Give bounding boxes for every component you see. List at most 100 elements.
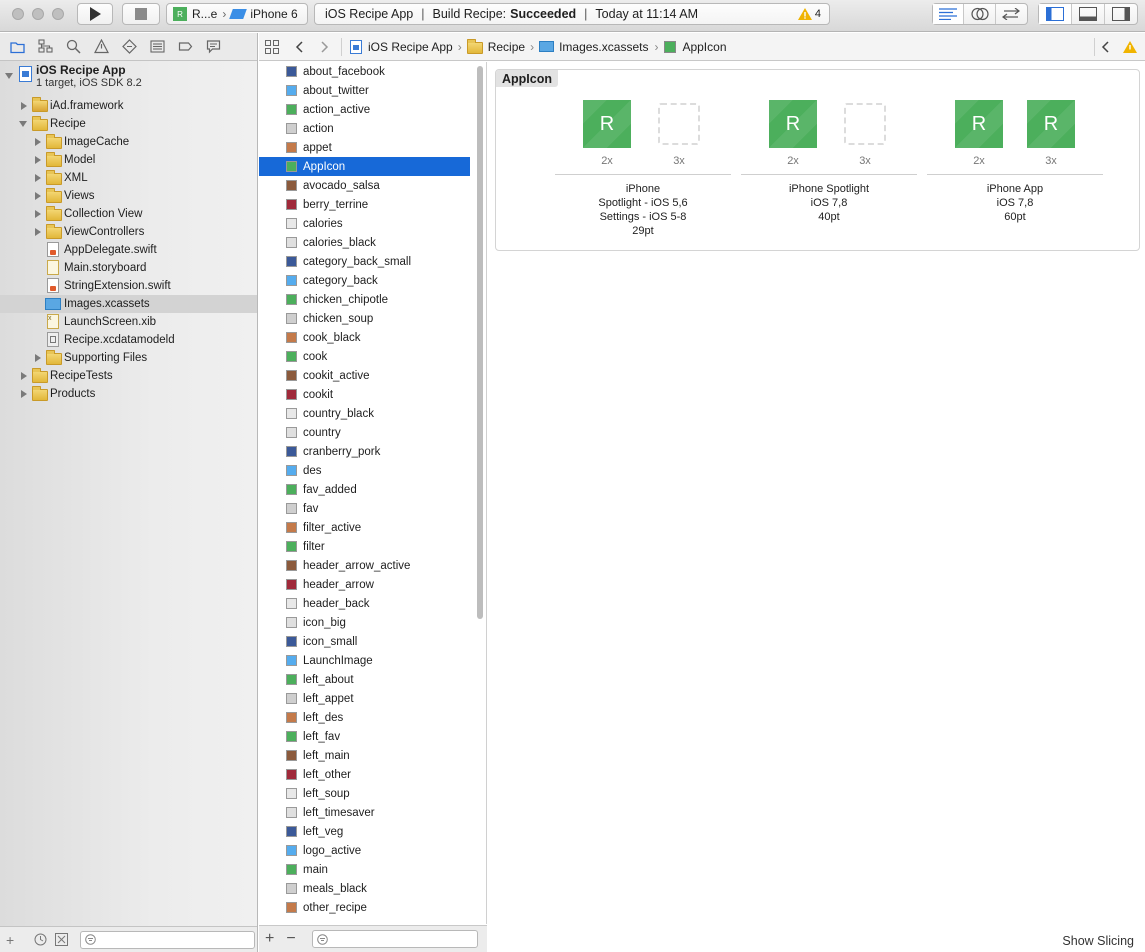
asset-list-item[interactable]: left_about [259, 670, 486, 689]
stop-button[interactable] [122, 3, 160, 25]
tree-item-iad-framework[interactable]: iAd.framework [0, 97, 257, 115]
breadcrumb-project[interactable]: iOS Recipe App [368, 40, 453, 54]
breadcrumb-asset[interactable]: AppIcon [682, 40, 726, 54]
disclosure-closed-icon[interactable] [35, 354, 41, 362]
disclosure-closed-icon[interactable] [21, 372, 27, 380]
asset-list-item[interactable]: fav_added [259, 480, 486, 499]
asset-list-item[interactable]: cook_black [259, 328, 486, 347]
asset-list-item[interactable]: avocado_salsa [259, 176, 486, 195]
zoom-window-button[interactable] [52, 8, 64, 20]
asset-list-item[interactable]: cranberry_pork [259, 442, 486, 461]
related-items-icon[interactable] [265, 39, 279, 54]
scheme-selector[interactable]: R R...e › iPhone 6 [166, 3, 308, 25]
tree-item-collection-view[interactable]: Collection View [0, 205, 257, 223]
folder-icon[interactable] [10, 39, 25, 54]
tree-item-supporting-files[interactable]: Supporting Files [0, 349, 257, 367]
asset-list-item[interactable]: berry_terrine [259, 195, 486, 214]
back-arrow-icon[interactable] [295, 40, 305, 53]
forward-arrow-icon[interactable] [319, 40, 329, 53]
asset-list-item[interactable]: main [259, 860, 486, 879]
navigator-filter-input[interactable] [80, 930, 256, 949]
asset-filter-input[interactable] [311, 930, 478, 948]
disclosure-closed-icon[interactable] [35, 174, 41, 182]
asset-list-item[interactable]: chicken_soup [259, 309, 486, 328]
tree-item-datamodel[interactable]: Recipe.xcdatamodeld [0, 331, 257, 349]
debug-icon[interactable] [150, 39, 165, 54]
asset-list-item[interactable]: action [259, 119, 486, 138]
tree-item-views[interactable]: Views [0, 187, 257, 205]
tree-item-stringextension[interactable]: StringExtension.swift [0, 277, 257, 295]
asset-list-item[interactable]: fav [259, 499, 486, 518]
disclosure-closed-icon[interactable] [35, 210, 41, 218]
asset-list-item[interactable]: filter_active [259, 518, 486, 537]
icon-slot-3x[interactable]: R [1027, 100, 1075, 148]
disclosure-closed-icon[interactable] [21, 390, 27, 398]
disclosure-closed-icon[interactable] [35, 156, 41, 164]
icon-slot-2x[interactable]: R [955, 100, 1003, 148]
tree-item-images-xcassets[interactable]: Images.xcassets [0, 295, 257, 313]
minimize-window-button[interactable] [32, 8, 44, 20]
asset-list-item[interactable]: country_black [259, 404, 486, 423]
tree-item-recipe[interactable]: Recipe [0, 115, 257, 133]
icon-slot-3x-empty[interactable] [844, 103, 886, 145]
toggle-navigator-button[interactable] [1039, 4, 1073, 24]
asset-list-item[interactable]: left_veg [259, 822, 486, 841]
disclosure-closed-icon[interactable] [21, 102, 27, 110]
run-button[interactable] [77, 3, 113, 25]
version-editor-button[interactable] [996, 4, 1027, 24]
test-icon[interactable] [122, 39, 137, 54]
asset-list-item[interactable]: about_facebook [259, 62, 486, 81]
asset-list-item[interactable]: left_des [259, 708, 486, 727]
warning-icon[interactable] [1123, 40, 1137, 53]
asset-list-item[interactable]: about_twitter [259, 81, 486, 100]
disclosure-open-icon[interactable] [19, 121, 27, 127]
disclosure-closed-icon[interactable] [35, 192, 41, 200]
disclosure-closed-icon[interactable] [35, 138, 41, 146]
asset-list-item[interactable]: icon_big [259, 613, 486, 632]
issue-icon[interactable] [94, 39, 109, 54]
add-icon[interactable]: + [6, 932, 14, 948]
icon-slot-2x[interactable]: R [583, 100, 631, 148]
warning-indicator[interactable]: 4 [797, 8, 821, 20]
remove-asset-icon[interactable]: − [286, 930, 295, 948]
tree-item-appdelegate[interactable]: AppDelegate.swift [0, 241, 257, 259]
asset-list-item[interactable]: AppIcon [259, 157, 470, 176]
tree-item-products[interactable]: Products [0, 385, 257, 403]
toggle-debug-area-button[interactable] [1072, 4, 1105, 24]
breakpoint-icon[interactable] [178, 39, 193, 54]
icon-slot-2x[interactable]: R [769, 100, 817, 148]
asset-list-item[interactable]: left_soup [259, 784, 486, 803]
asset-list-item[interactable]: left_appet [259, 689, 486, 708]
asset-list-item[interactable]: icon_small [259, 632, 486, 651]
asset-list-item[interactable]: action_active [259, 100, 486, 119]
tree-item-viewcontrollers[interactable]: ViewControllers [0, 223, 257, 241]
clock-icon[interactable] [34, 933, 47, 946]
asset-list-item[interactable]: logo_active [259, 841, 486, 860]
asset-list-scrollbar[interactable] [477, 66, 483, 619]
close-window-button[interactable] [12, 8, 24, 20]
asset-list-item[interactable]: category_back [259, 271, 486, 290]
previous-issue-icon[interactable] [1101, 40, 1111, 53]
asset-list-item[interactable]: meals_black [259, 879, 486, 898]
tree-item-recipetests[interactable]: RecipeTests [0, 367, 257, 385]
asset-list-item[interactable]: des [259, 461, 486, 480]
tree-item-xml[interactable]: XML [0, 169, 257, 187]
assistant-editor-button[interactable] [964, 4, 996, 24]
asset-list-item[interactable]: cookit_active [259, 366, 486, 385]
asset-list-item[interactable]: header_arrow_active [259, 556, 486, 575]
disclosure-open-icon[interactable] [5, 73, 13, 79]
standard-editor-button[interactable] [933, 4, 965, 24]
asset-list-item[interactable]: category_back_small [259, 252, 486, 271]
disclosure-closed-icon[interactable] [35, 228, 41, 236]
asset-list-item[interactable]: calories_black [259, 233, 486, 252]
tree-item-model[interactable]: Model [0, 151, 257, 169]
asset-list-item[interactable]: cook [259, 347, 486, 366]
breadcrumb-group[interactable]: Recipe [488, 40, 525, 54]
breadcrumb-catalog[interactable]: Images.xcassets [559, 40, 648, 54]
tree-item-imagecache[interactable]: ImageCache [0, 133, 257, 151]
log-icon[interactable] [206, 39, 221, 54]
add-asset-icon[interactable]: + [265, 930, 274, 948]
tree-item-main-storyboard[interactable]: Main.storyboard [0, 259, 257, 277]
asset-list-item[interactable]: other_recipe [259, 898, 486, 917]
asset-list-item[interactable]: header_arrow [259, 575, 486, 594]
